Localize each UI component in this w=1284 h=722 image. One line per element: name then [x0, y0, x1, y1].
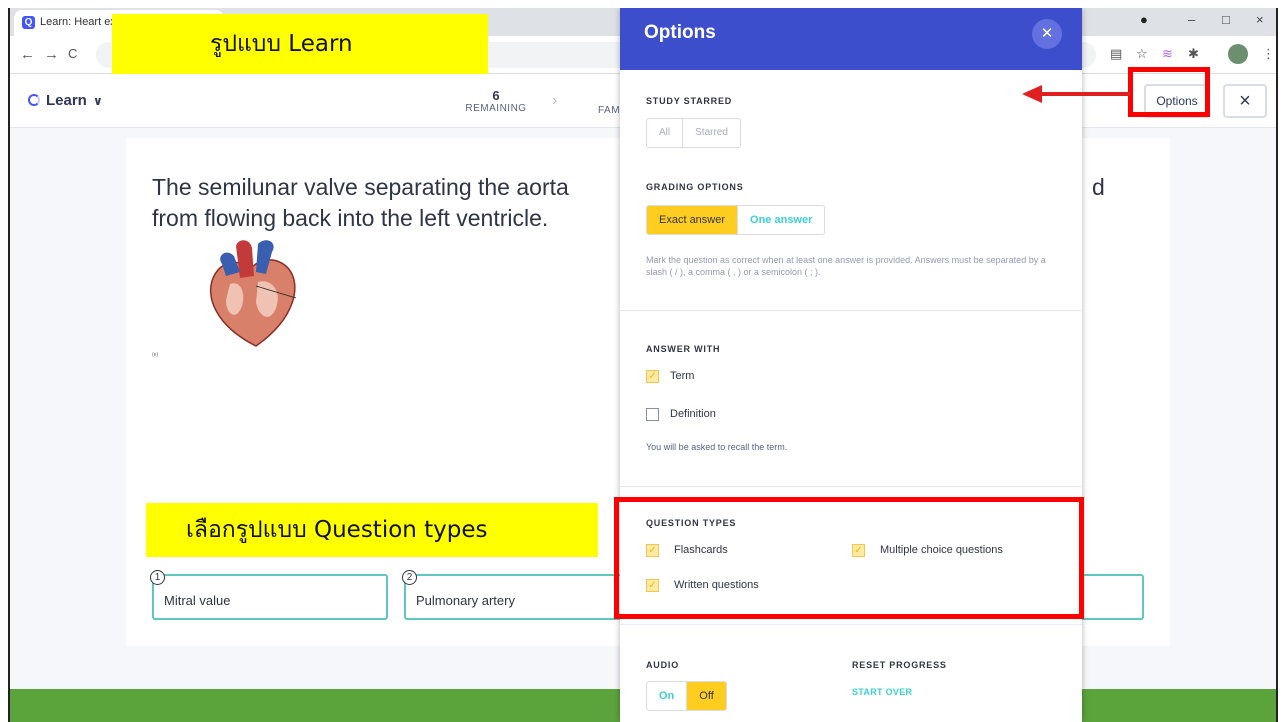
- learn-format-callout: รูปแบบ Learn: [112, 14, 488, 74]
- options-panel-header: Options ✕: [620, 8, 1082, 70]
- grading-toggle: Exact answer One answer: [646, 205, 826, 235]
- remaining-count: 6: [492, 88, 500, 103]
- image-caption: (e): [152, 352, 159, 358]
- answer-choice-1[interactable]: 1 Mitral value: [150, 570, 388, 620]
- answer-with-heading: ANSWER WITH: [646, 344, 721, 354]
- divider: [620, 310, 1082, 311]
- answer-with-note: You will be asked to recall the term.: [646, 442, 788, 452]
- question-types-highlight-box: [614, 497, 1084, 619]
- exact-answer-option[interactable]: Exact answer: [647, 206, 739, 234]
- close-window-icon[interactable]: ×: [1256, 12, 1264, 27]
- forward-icon[interactable]: →: [44, 46, 59, 63]
- choice-number: 1: [150, 570, 165, 585]
- back-icon[interactable]: ←: [20, 46, 35, 63]
- definition-label: Definition: [670, 408, 716, 420]
- learn-mode-icon: [28, 94, 40, 106]
- options-title: Options: [644, 22, 716, 43]
- audio-off-option[interactable]: Off: [687, 682, 726, 710]
- extension-icon[interactable]: ≋: [1162, 46, 1173, 62]
- tab-title: Learn: Heart exa: [40, 16, 122, 28]
- pointer-arrow-icon: [1022, 85, 1130, 103]
- translate-icon[interactable]: ▤: [1110, 46, 1122, 62]
- audio-heading: AUDIO: [646, 660, 679, 670]
- heart-diagram-image[interactable]: [196, 236, 316, 356]
- minimize-icon[interactable]: –: [1188, 12, 1195, 27]
- options-highlight-box: [1128, 67, 1210, 117]
- next-stage-label: FAM: [598, 105, 621, 116]
- study-starred-toggle: All Starred: [646, 118, 741, 148]
- mode-dropdown[interactable]: Learn ∨: [28, 92, 103, 109]
- divider: [620, 486, 1082, 487]
- start-over-link[interactable]: START OVER: [852, 687, 912, 697]
- definition-checkbox[interactable]: [646, 408, 659, 421]
- grading-help-text: Mark the question as correct when at lea…: [646, 255, 1046, 277]
- close-icon[interactable]: ✕: [1032, 19, 1062, 49]
- question-types-callout: เลือกรูปแบบ Question types: [146, 503, 598, 557]
- avatar[interactable]: [1228, 44, 1248, 64]
- choice-number: 2: [402, 570, 417, 585]
- mode-label: Learn: [46, 92, 87, 109]
- chevron-down-icon: ∨: [93, 94, 103, 108]
- grading-options-heading: GRADING OPTIONS: [646, 182, 744, 192]
- reload-icon[interactable]: C: [68, 46, 77, 61]
- choice-label: Pulmonary artery: [416, 593, 515, 608]
- term-label: Term: [670, 370, 695, 382]
- puzzle-extensions-icon[interactable]: ✱: [1188, 46, 1199, 62]
- prompt-line-2: from flowing back into the left ventricl…: [152, 205, 549, 231]
- study-starred-heading: STUDY STARRED: [646, 96, 733, 106]
- remaining-label: REMAINING: [465, 103, 527, 114]
- answer-choice-2[interactable]: 2 Pulmonary artery: [402, 570, 640, 620]
- prompt-line-1: The semilunar valve separating the aorta: [152, 174, 569, 200]
- divider: [620, 624, 1082, 625]
- choice-label: Mitral value: [164, 593, 231, 608]
- maximize-icon[interactable]: □: [1222, 12, 1230, 27]
- bookmark-star-icon[interactable]: ☆: [1136, 46, 1148, 62]
- chevron-right-icon: ›: [552, 92, 558, 109]
- menu-kebab-icon[interactable]: ⋮: [1262, 46, 1275, 62]
- study-all-option[interactable]: All: [647, 119, 684, 147]
- one-answer-option[interactable]: One answer: [738, 206, 824, 234]
- close-learn-button[interactable]: ×: [1223, 84, 1267, 118]
- prompt-line-1-tail: d: [1092, 174, 1105, 200]
- audio-toggle: On Off: [646, 681, 727, 711]
- progress-remaining: 6 REMAINING: [456, 88, 536, 114]
- study-starred-option[interactable]: Starred: [683, 119, 740, 147]
- audio-on-option[interactable]: On: [647, 682, 688, 710]
- chrome-profile-icon[interactable]: ●: [1140, 12, 1148, 27]
- term-checkbox[interactable]: ✓: [646, 370, 659, 383]
- quizlet-logo-icon: Q: [22, 16, 35, 29]
- reset-progress-heading: RESET PROGRESS: [852, 660, 947, 670]
- slide: Q Learn: Heart exa ● – □ × ← → C ▤ ☆ ≋ ✱…: [0, 0, 1284, 722]
